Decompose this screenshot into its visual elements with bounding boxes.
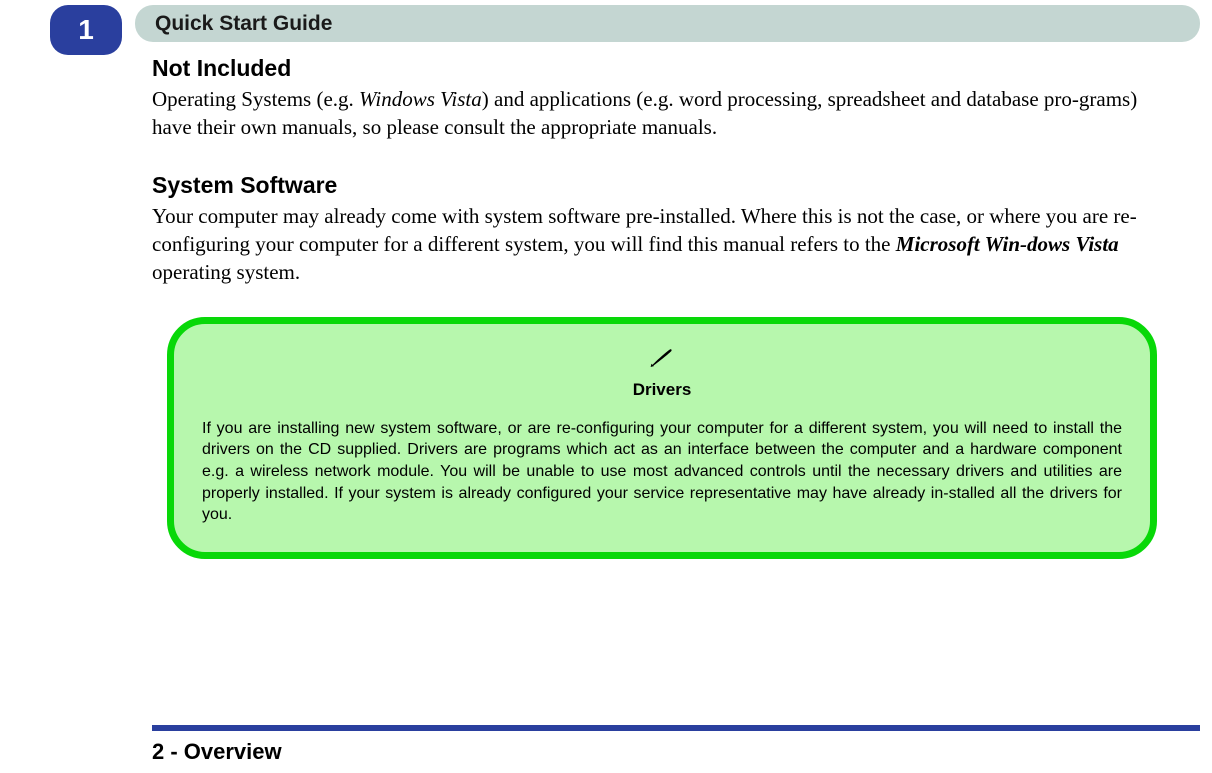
content-area: Not Included Operating Systems (e.g. Win… <box>152 55 1157 559</box>
pen-icon <box>649 346 675 370</box>
footer-rule <box>152 725 1200 731</box>
not-included-heading: Not Included <box>152 55 1157 82</box>
page: 1 Quick Start Guide Not Included Operati… <box>0 0 1212 773</box>
header-title: Quick Start Guide <box>155 12 332 36</box>
chapter-tab-badge: 1 <box>50 5 122 55</box>
system-software-body: Your computer may already come with syst… <box>152 202 1157 287</box>
system-software-heading: System Software <box>152 172 1157 199</box>
callout-body: If you are installing new system softwar… <box>202 418 1122 526</box>
chapter-number: 1 <box>78 14 94 46</box>
drivers-callout: Drivers If you are installing new system… <box>167 317 1157 559</box>
footer-text: 2 - Overview <box>152 739 282 765</box>
callout-title: Drivers <box>202 380 1122 400</box>
not-included-body: Operating Systems (e.g. Windows Vista) a… <box>152 85 1157 142</box>
header-bar: Quick Start Guide <box>135 5 1200 42</box>
